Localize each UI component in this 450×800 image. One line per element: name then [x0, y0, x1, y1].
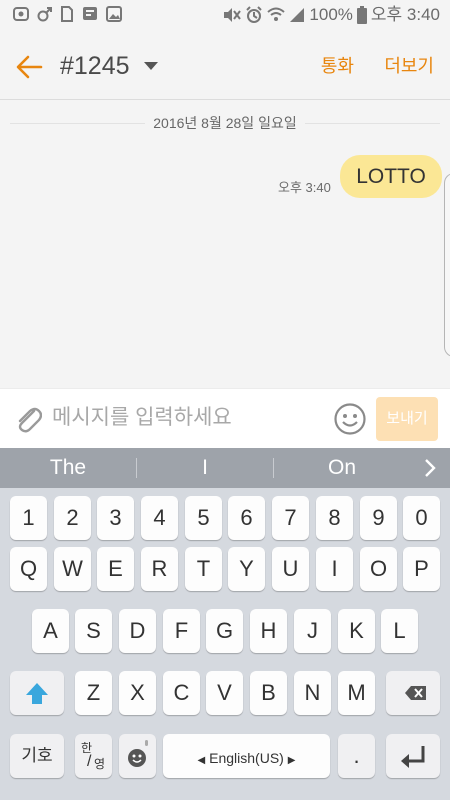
backspace-key[interactable] [386, 671, 440, 715]
key-0[interactable]: 0 [403, 496, 440, 540]
key-g[interactable]: G [206, 609, 243, 653]
gallery-icon [106, 6, 122, 22]
symbols-key[interactable]: 기호 [10, 734, 64, 778]
caret-left-icon: ◀ [197, 755, 206, 766]
word-suggestion-bar: The I On [0, 448, 450, 488]
notification-icons [12, 5, 122, 23]
key-o[interactable]: O [360, 547, 397, 591]
key-m[interactable]: M [338, 671, 375, 715]
caret-right-icon: ▶ [287, 755, 296, 766]
send-button[interactable]: 보내기 [376, 397, 438, 441]
key-a[interactable]: A [32, 609, 69, 653]
key-4[interactable]: 4 [141, 496, 178, 540]
key-t[interactable]: T [185, 547, 222, 591]
key-1[interactable]: 1 [10, 496, 47, 540]
emoji-key[interactable] [119, 734, 156, 778]
enter-key[interactable] [386, 734, 440, 778]
key-j[interactable]: J [294, 609, 331, 653]
key-z[interactable]: Z [75, 671, 112, 715]
key-c[interactable]: C [163, 671, 200, 715]
period-key[interactable]: . [338, 734, 375, 778]
enter-icon [401, 746, 425, 768]
key-y[interactable]: Y [228, 547, 265, 591]
suggestion-1[interactable]: The [0, 448, 136, 488]
key-q[interactable]: Q [10, 547, 47, 591]
key-2[interactable]: 2 [54, 496, 91, 540]
arrow-left-icon[interactable] [14, 52, 44, 82]
key-b[interactable]: B [250, 671, 287, 715]
key-v[interactable]: V [206, 671, 243, 715]
paperclip-icon[interactable] [12, 401, 42, 435]
key-u[interactable]: U [272, 547, 309, 591]
message-list: 2016년 8월 28일 일요일 오후 3:40 LOTTO [0, 101, 450, 388]
call-button[interactable]: 통화 [321, 54, 354, 78]
conversation-header: #1245 통화 더보기 [0, 30, 450, 100]
keyboard: 1 2 3 4 5 6 7 8 9 0 Q W E R T Y U I O P … [0, 488, 450, 800]
caret-down-icon[interactable] [143, 61, 159, 71]
chat-app-icon [83, 7, 97, 20]
lang-toggle-bottom: 영 [94, 757, 106, 771]
wifi-icon [267, 7, 286, 21]
more-button[interactable]: 더보기 [384, 54, 434, 78]
space-language-label: English(US) [209, 750, 284, 766]
key-e[interactable]: E [97, 547, 134, 591]
date-divider-text: 2016년 8월 28일 일요일 [145, 115, 305, 131]
mute-icon [224, 8, 242, 22]
gender-symbol-icon [37, 7, 52, 22]
battery-icon [356, 6, 367, 24]
shift-key[interactable] [10, 671, 64, 715]
emoji-icon[interactable] [333, 402, 367, 436]
message-time: 오후 3:40 [278, 180, 331, 195]
date-divider: 2016년 8월 28일 일요일 [10, 113, 440, 133]
status-bar: 100% 오후 3:40 [0, 0, 450, 30]
key-l[interactable]: L [381, 609, 418, 653]
key-k[interactable]: K [338, 609, 375, 653]
smiley-icon [128, 740, 148, 767]
clock: 오후 3:40 [370, 5, 440, 24]
edge-panel-handle[interactable] [444, 173, 450, 357]
app-notification-icon [13, 7, 29, 21]
key-r[interactable]: R [141, 547, 178, 591]
system-indicators: 100% 오후 3:40 [221, 5, 440, 25]
key-7[interactable]: 7 [272, 496, 309, 540]
key-i[interactable]: I [316, 547, 353, 591]
sim-card-icon [61, 6, 73, 22]
chevron-right-icon[interactable] [420, 458, 440, 478]
key-3[interactable]: 3 [97, 496, 134, 540]
conversation-title[interactable]: #1245 [60, 51, 130, 81]
battery-percentage: 100% [309, 5, 353, 24]
messaging-screen: 100% 오후 3:40 #1245 통화 더보기 2016년 8월 28일 일… [0, 0, 450, 800]
language-toggle-key[interactable]: 한 / 영 [75, 734, 112, 778]
key-w[interactable]: W [54, 547, 91, 591]
message-input[interactable] [52, 401, 327, 435]
lang-toggle-slash: / [87, 753, 92, 770]
alarm-icon [246, 6, 263, 23]
backspace-icon [405, 686, 426, 700]
outgoing-message-bubble[interactable]: LOTTO [340, 155, 442, 198]
key-h[interactable]: H [250, 609, 287, 653]
shift-arrow-icon [26, 683, 48, 704]
key-9[interactable]: 9 [360, 496, 397, 540]
suggestion-3[interactable]: On [274, 448, 410, 488]
key-d[interactable]: D [119, 609, 156, 653]
key-8[interactable]: 8 [316, 496, 353, 540]
key-p[interactable]: P [403, 547, 440, 591]
key-x[interactable]: X [119, 671, 156, 715]
key-6[interactable]: 6 [228, 496, 265, 540]
key-5[interactable]: 5 [185, 496, 222, 540]
key-s[interactable]: S [75, 609, 112, 653]
suggestion-2[interactable]: I [137, 448, 273, 488]
space-key[interactable]: ◀ English(US) ▶ [163, 734, 330, 778]
key-n[interactable]: N [294, 671, 331, 715]
key-f[interactable]: F [163, 609, 200, 653]
signal-icon [290, 8, 305, 22]
message-composer: 보내기 [0, 388, 450, 448]
